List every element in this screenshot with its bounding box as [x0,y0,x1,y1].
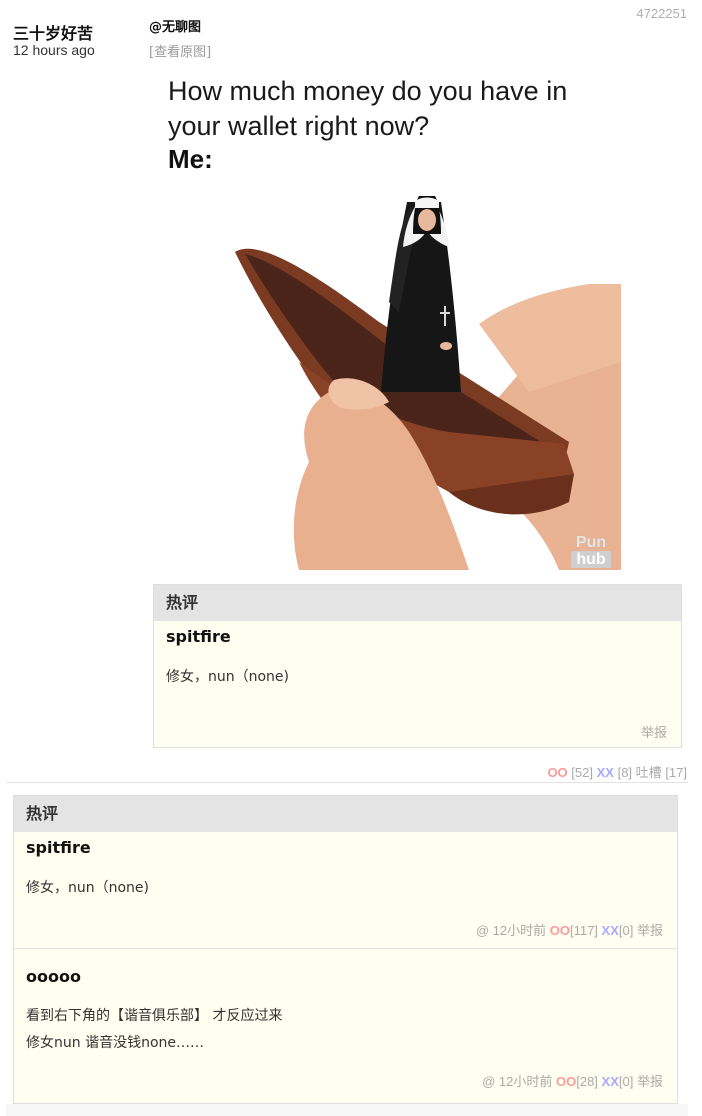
reply-at-button[interactable]: @ [482,1074,495,1089]
xx-vote-button[interactable]: XX [602,923,619,938]
comment-user[interactable]: ooooo [26,967,81,986]
xx-count: [0] [618,923,634,938]
comment-text-line2: 修女nun 谐音没钱none…… [26,1035,204,1051]
comment-text: 修女，nun（none) [26,880,150,896]
meme-image[interactable]: How much money do you have in your walle… [149,62,621,570]
comment-time: 12小时前 [492,923,547,938]
bottom-strip [6,1104,688,1116]
list-item: ooooo 看到右下角的【谐音俱乐部】 才反应过来 修女nun 谐音没钱none… [14,949,677,1103]
vote-bar: OO [52] XX [8] 吐槽 [17] [547,762,687,781]
xx-count: [8] [617,765,633,780]
separator [6,782,688,783]
punhub-watermark: Pun hub [571,534,611,568]
comment-user[interactable]: spitfire [26,838,91,857]
xx-count: [0] [618,1074,634,1089]
watermark-bottom: hub [571,551,611,568]
source-tag[interactable]: @无聊图 [149,16,201,35]
post-id[interactable]: 4722251 [636,6,687,21]
comment-time: 12小时前 [498,1074,553,1089]
oo-count: [117] [569,923,598,938]
oo-vote-button[interactable]: OO [550,923,570,938]
oo-count: [28] [576,1074,598,1089]
xx-vote-button[interactable]: XX [597,765,614,780]
oo-vote-button[interactable]: OO [556,1074,576,1089]
report-link[interactable]: 举报 [641,722,667,741]
tucao-button[interactable]: 吐槽 [636,765,662,780]
post-author: 三十岁好苦 [13,24,94,43]
comment-text: 修女，nun（none) [166,669,290,685]
tucao-count: [17] [665,765,687,780]
report-link[interactable]: 举报 [637,923,663,938]
hot-comment-list: 热评 spitfire 修女，nun（none) @ 12小时前 OO[117]… [13,795,678,1104]
meme-caption-line1: How much money do you have in [168,76,568,106]
view-original-link[interactable]: [查看原图] [149,41,211,60]
hot-comment-list-header: 热评 [14,796,677,832]
meme-caption-line2: your wallet right now? [168,111,430,141]
oo-vote-button[interactable]: OO [547,765,567,780]
comment-meta: @ 12小时前 OO[117] XX[0] 举报 [476,920,663,939]
xx-vote-button[interactable]: XX [602,1074,619,1089]
hot-comment-header: 热评 [154,585,681,621]
comment-user[interactable]: spitfire [166,627,231,646]
meme-caption: How much money do you have in your walle… [168,74,567,144]
watermark-top: Pun [575,534,607,551]
comment-meta: @ 12小时前 OO[28] XX[0] 举报 [482,1071,663,1090]
list-item: spitfire 修女，nun（none) @ 12小时前 OO[117] XX… [14,832,677,948]
report-link[interactable]: 举报 [637,1074,663,1089]
post-time: 12 hours ago [13,42,95,58]
oo-count: [52] [571,765,593,780]
comment-text-line1: 看到右下角的【谐音俱乐部】 才反应过来 [26,1008,283,1024]
meme-caption-me: Me: [168,144,213,174]
hot-comment-box-top: 热评 spitfire 修女，nun（none) 举报 [153,584,682,748]
reply-at-button[interactable]: @ [476,923,489,938]
